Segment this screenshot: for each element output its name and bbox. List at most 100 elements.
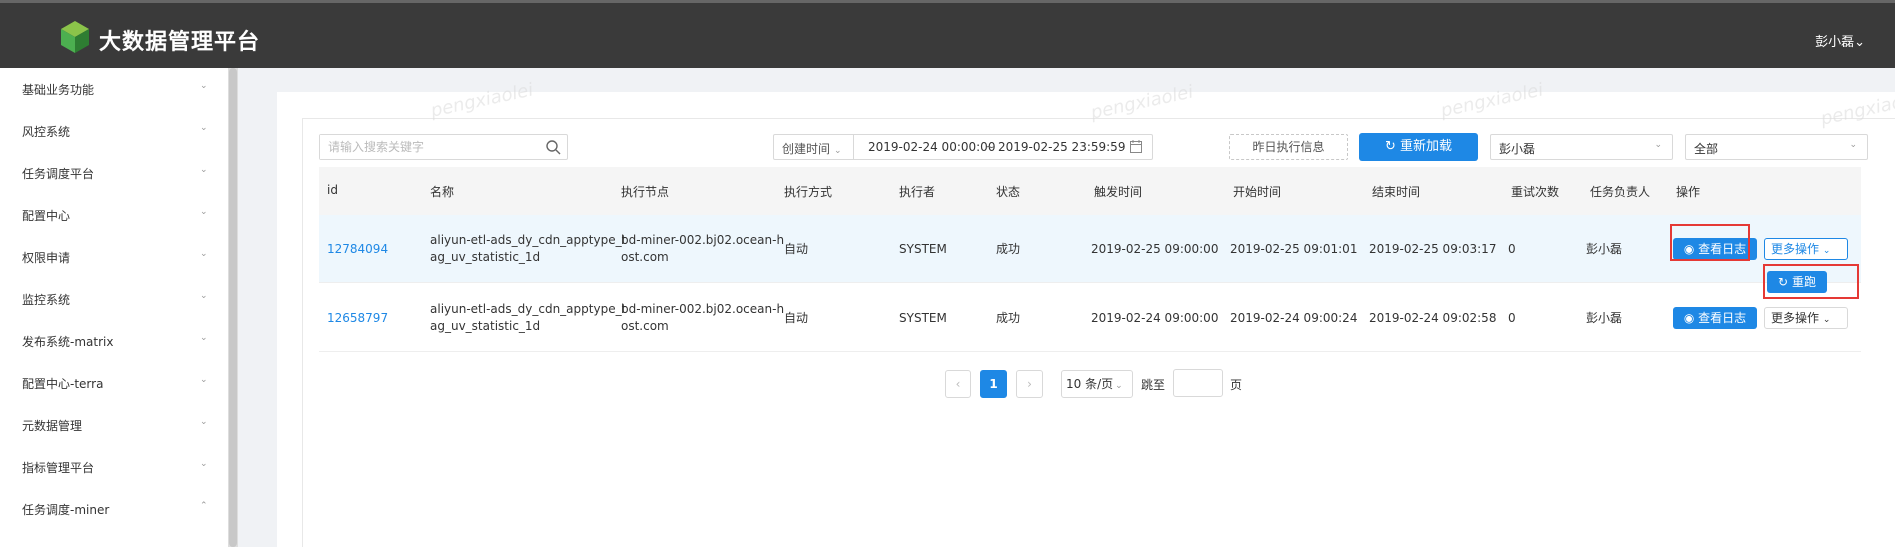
yesterday-info-button[interactable]: 昨日执行信息 bbox=[1229, 134, 1348, 160]
sidebar-item-terra[interactable]: 配置中心-terra ⌄ bbox=[0, 362, 228, 404]
status: 成功 bbox=[996, 242, 1021, 256]
chevron-down-icon: ⌄ bbox=[834, 146, 842, 156]
owner-select-value: 彭小磊 bbox=[1499, 142, 1536, 156]
task-name-line1: aliyun-etl-ads_dy_cdn_apptype_t bbox=[430, 302, 627, 316]
search-input[interactable] bbox=[320, 135, 530, 159]
sidebar-item-label: 任务调度平台 bbox=[22, 167, 95, 181]
top-header: 大数据管理平台 彭小磊⌄ bbox=[0, 0, 1895, 68]
date-type-select[interactable]: 创建时间 ⌄ bbox=[774, 135, 854, 159]
chevron-down-icon: ⌄ bbox=[1822, 315, 1831, 325]
end-time: 2019-02-24 09:02:58 bbox=[1369, 311, 1497, 325]
prev-page-button[interactable]: ‹ bbox=[945, 370, 971, 398]
trigger-time: 2019-02-24 09:00:00 bbox=[1091, 311, 1219, 325]
exec-mode: 自动 bbox=[784, 311, 809, 325]
chevron-down-icon: ⌄ bbox=[200, 165, 208, 175]
chevron-down-icon: ⌄ bbox=[200, 417, 208, 427]
scrollbar-thumb[interactable] bbox=[229, 68, 237, 547]
column-header: 任务负责人 bbox=[1590, 185, 1651, 199]
column-header: 执行节点 bbox=[621, 185, 670, 199]
more-actions-button[interactable]: 更多操作 ⌄ bbox=[1764, 307, 1848, 329]
next-page-button[interactable]: › bbox=[1016, 370, 1043, 398]
calendar-icon[interactable] bbox=[1130, 140, 1142, 153]
status-select-value: 全部 bbox=[1694, 142, 1719, 156]
column-header: 操作 bbox=[1676, 185, 1701, 199]
column-header: id bbox=[327, 183, 338, 197]
brand-title: 大数据管理平台 bbox=[99, 30, 261, 55]
sidebar-item-monitor[interactable]: 监控系统 ⌄ bbox=[0, 278, 228, 320]
task-owner: 彭小磊 bbox=[1586, 242, 1623, 256]
trigger-time: 2019-02-25 09:00:00 bbox=[1091, 242, 1219, 256]
exec-node-line1: bd-miner-002.bj02.ocean-h bbox=[621, 302, 785, 316]
user-menu[interactable]: 彭小磊⌄ bbox=[1815, 31, 1865, 50]
reload-button[interactable]: ↻ 重新加载 bbox=[1359, 133, 1478, 161]
sidebar-item-label: 监控系统 bbox=[22, 293, 71, 307]
more-actions-label: 更多操作 bbox=[1771, 311, 1820, 325]
chevron-down-icon: ⌄ bbox=[200, 459, 208, 469]
chevron-down-icon: ⌄ bbox=[1115, 381, 1123, 391]
page-unit-label: 页 bbox=[1230, 378, 1243, 392]
end-time: 2019-02-25 09:03:17 bbox=[1369, 242, 1497, 256]
chevron-up-icon: ⌃ bbox=[200, 501, 208, 511]
column-header: 结束时间 bbox=[1372, 185, 1421, 199]
column-header: 执行方式 bbox=[784, 185, 833, 199]
executor: SYSTEM bbox=[899, 311, 947, 325]
sidebar-item-label: 风控系统 bbox=[22, 125, 71, 139]
task-id-link[interactable]: 12658797 bbox=[327, 310, 388, 327]
chevron-down-icon: ⌄ bbox=[200, 333, 208, 343]
search-icon[interactable] bbox=[545, 139, 561, 155]
retry-count: 0 bbox=[1508, 242, 1516, 256]
refresh-icon: ↻ bbox=[1384, 139, 1396, 154]
task-name-line1: aliyun-etl-ads_dy_cdn_apptype_t bbox=[430, 233, 627, 247]
task-owner: 彭小磊 bbox=[1586, 311, 1623, 325]
date-range-picker[interactable]: 创建时间 ⌄ 2019-02-24 00:00:00 ~ 2019-02-25 2… bbox=[773, 134, 1153, 160]
sidebar-item-miner[interactable]: 任务调度-miner ⌃ bbox=[0, 488, 228, 530]
column-header: 名称 bbox=[430, 185, 455, 199]
start-time: 2019-02-24 09:00:24 bbox=[1230, 311, 1358, 325]
search-box[interactable] bbox=[319, 134, 568, 160]
goto-label: 跳至 bbox=[1141, 378, 1166, 392]
date-type-label: 创建时间 bbox=[782, 142, 831, 156]
sidebar-item-risk[interactable]: 风控系统 ⌄ bbox=[0, 110, 228, 152]
exec-node-line2: ost.com bbox=[621, 319, 669, 333]
task-id-link[interactable]: 12784094 bbox=[327, 241, 388, 258]
sidebar-item-scheduler[interactable]: 任务调度平台 ⌄ bbox=[0, 152, 228, 194]
chevron-down-icon: ⌄ bbox=[200, 207, 208, 217]
task-name-line2: ag_uv_statistic_1d bbox=[430, 319, 541, 333]
sidebar-scrollbar[interactable] bbox=[228, 68, 238, 547]
sidebar-item-metadata[interactable]: 元数据管理 ⌄ bbox=[0, 404, 228, 446]
page-size-select[interactable]: 10 条/页 ⌄ bbox=[1061, 370, 1133, 398]
chevron-down-icon: ⌄ bbox=[200, 81, 208, 91]
sidebar-item-permission[interactable]: 权限申请 ⌄ bbox=[0, 236, 228, 278]
sidebar-item-label: 配置中心 bbox=[22, 209, 71, 223]
view-log-label: 查看日志 bbox=[1698, 311, 1747, 325]
annotation-box bbox=[1763, 264, 1859, 299]
table-row: 12784094 aliyun-etl-ads_dy_cdn_apptype_t… bbox=[319, 215, 1861, 283]
reload-button-label: 重新加载 bbox=[1400, 139, 1453, 154]
sidebar-item-label: 权限申请 bbox=[22, 251, 71, 265]
chevron-down-icon: ⌄ bbox=[1654, 140, 1662, 150]
date-start[interactable]: 2019-02-24 00:00:00 bbox=[868, 140, 995, 154]
page-size-value: 10 条/页 bbox=[1066, 377, 1114, 391]
exec-node-line1: bd-miner-002.bj02.ocean-h bbox=[621, 233, 785, 247]
chevron-down-icon: ⌄ bbox=[1822, 246, 1831, 256]
date-separator: ~ bbox=[985, 140, 996, 154]
page-button-current[interactable]: 1 bbox=[980, 370, 1007, 398]
date-end[interactable]: 2019-02-25 23:59:59 bbox=[998, 140, 1125, 154]
goto-page-input[interactable] bbox=[1173, 369, 1223, 397]
column-header: 执行者 bbox=[899, 185, 936, 199]
column-header: 开始时间 bbox=[1233, 185, 1282, 199]
chevron-down-icon: ⌄ bbox=[200, 123, 208, 133]
owner-select[interactable]: 彭小磊 ⌄ bbox=[1490, 134, 1673, 160]
sidebar-item-metrics[interactable]: 指标管理平台 ⌄ bbox=[0, 446, 228, 488]
sidebar-item-label: 元数据管理 bbox=[22, 419, 83, 433]
status-select[interactable]: 全部 ⌄ bbox=[1685, 134, 1868, 160]
sidebar-item-config[interactable]: 配置中心 ⌄ bbox=[0, 194, 228, 236]
annotation-box bbox=[1670, 224, 1750, 261]
status: 成功 bbox=[996, 311, 1021, 325]
sidebar-item-matrix[interactable]: 发布系统-matrix ⌄ bbox=[0, 320, 228, 362]
view-log-button[interactable]: ◉ 查看日志 bbox=[1673, 307, 1757, 329]
more-actions-button[interactable]: 更多操作 ⌄ bbox=[1764, 238, 1848, 260]
sidebar-item-label: 基础业务功能 bbox=[22, 83, 95, 97]
sidebar-item-basic[interactable]: 基础业务功能 ⌄ bbox=[0, 68, 228, 110]
sidebar-item-label: 配置中心-terra bbox=[22, 377, 104, 391]
